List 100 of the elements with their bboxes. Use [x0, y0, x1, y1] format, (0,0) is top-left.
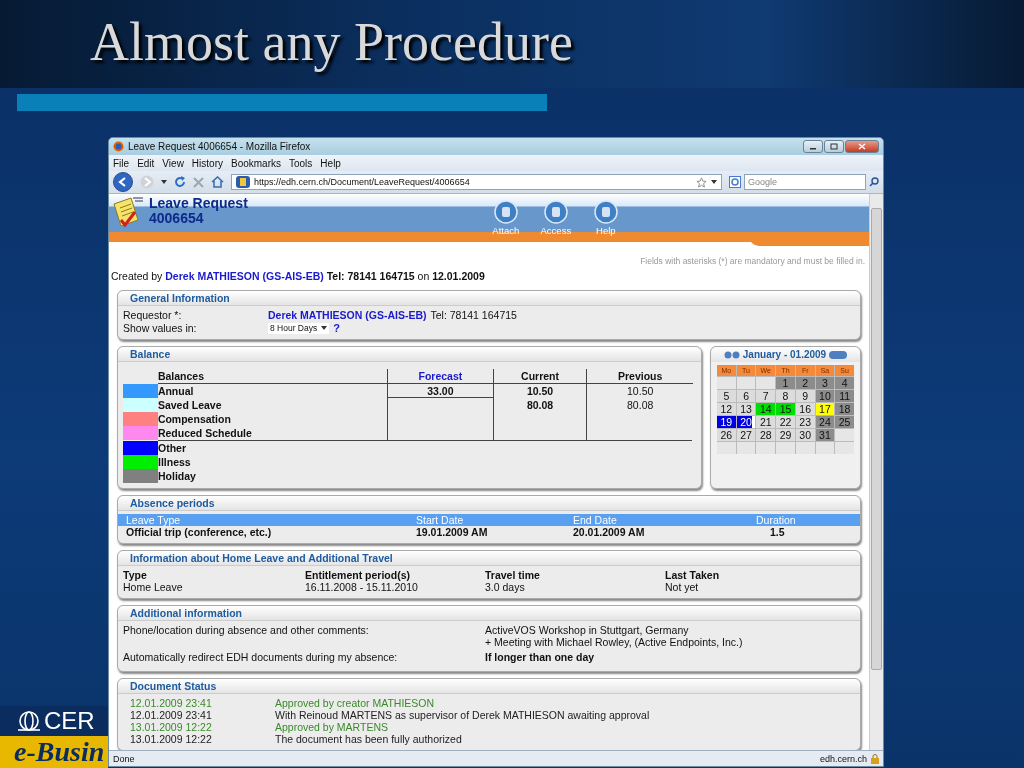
host-text: edh.cern.ch [819, 753, 867, 764]
menu-item[interactable]: File [113, 157, 130, 169]
status-text: Done [113, 753, 135, 764]
calendar-day[interactable]: 4 [835, 377, 854, 389]
slide-title: Almost any Procedure [90, 11, 573, 74]
menu-item[interactable]: View [162, 157, 184, 169]
status-text: Approved by MARTENS [275, 721, 390, 733]
home-icon[interactable] [211, 176, 224, 188]
table-cell-text: Home Leave [123, 581, 184, 593]
calendar-day[interactable]: 5 [717, 390, 736, 402]
ring-logo-icon [16, 710, 42, 732]
calendar-day[interactable]: 21 [756, 416, 776, 428]
search-field[interactable]: Google [744, 174, 866, 190]
column-header: Entitlement period(s) [305, 569, 411, 581]
next-icon[interactable] [829, 350, 848, 359]
menu-item[interactable]: History [191, 157, 223, 169]
help-link[interactable]: ? [333, 322, 340, 334]
menu-item[interactable]: Edit [137, 157, 155, 169]
mandatory-note: Fields with asterisks (*) are mandatory and must be filled in. [639, 256, 865, 266]
panel-title: Additional information [118, 606, 860, 621]
calendar-day[interactable]: 9 [795, 390, 815, 402]
column-header: Balances [157, 369, 388, 384]
table-cell-text: Annual [157, 384, 195, 398]
table-cell-text: Reduced Schedule [157, 426, 253, 440]
column-header: Leave Type [126, 514, 182, 526]
address-field[interactable]: https://edh.cern.ch/Document/LeaveRequest/4006654 [231, 174, 722, 190]
calendar-day[interactable]: 30 [795, 429, 815, 441]
maximize-button[interactable] [824, 140, 844, 153]
calendar-day[interactable]: 14 [756, 403, 776, 415]
table-cell-text: 3.0 days [485, 581, 526, 593]
back-button[interactable] [113, 172, 133, 192]
calendar-day[interactable]: 2 [795, 377, 815, 389]
table-cell-text: 1.5 [769, 526, 786, 538]
person-link[interactable]: Derek MATHIESON (GS-AIS-EB) [165, 270, 324, 282]
calendar-day[interactable]: 7 [756, 390, 776, 402]
calendar-day[interactable]: 22 [776, 416, 795, 428]
calendar-day[interactable]: 18 [835, 403, 854, 415]
calendar-day[interactable]: 27 [736, 429, 756, 441]
calendar-day[interactable]: 16 [795, 403, 815, 415]
menu-item[interactable]: Bookmarks [231, 157, 281, 169]
calendar-day[interactable]: 26 [717, 429, 736, 441]
table-cell: 80.08 [526, 399, 554, 411]
column-header: End Date [573, 514, 618, 526]
calendar-day[interactable]: 25 [835, 416, 854, 428]
previous-icon[interactable] [723, 350, 740, 359]
status-time: 12.01.2009 23:41 [130, 697, 213, 709]
table-cell-text: 16.11.2008 - 15.11.2010 [305, 581, 419, 593]
table-cell-text: Official trip (conference, etc.) [126, 526, 273, 538]
calendar-day[interactable]: 24 [815, 416, 835, 428]
person-link[interactable]: Derek MATHIESON (GS-AIS-EB) [268, 309, 427, 321]
status-text: With Reinoud MARTENS as supervisor of Derek MATHIESON awaiting approval [275, 709, 651, 721]
panel-title: Absence periods [118, 496, 860, 511]
calendar-day[interactable]: 12 [717, 403, 736, 415]
browser-icon [113, 141, 124, 152]
minimize-button[interactable] [803, 140, 823, 153]
calendar-day[interactable]: 29 [776, 429, 795, 441]
calendar-day[interactable]: 17 [815, 403, 835, 415]
menu-item[interactable]: Tools [289, 157, 313, 169]
calendar-day[interactable]: 6 [736, 390, 756, 402]
table-cell: Holiday [158, 469, 196, 483]
menu-item[interactable]: Help [320, 157, 341, 169]
calendar-day[interactable]: 11 [835, 390, 854, 402]
calendar-day[interactable]: 3 [815, 377, 835, 389]
calendar-day[interactable]: 19 [717, 416, 736, 428]
calendar-day[interactable]: 28 [756, 429, 776, 441]
calendar-day[interactable]: 13 [736, 403, 756, 415]
column-header: Last Taken [665, 569, 721, 581]
dropdown-icon[interactable] [161, 180, 167, 184]
field-label: Phone/location during absence and other comments: [123, 624, 370, 638]
search-engine-icon[interactable] [729, 176, 741, 188]
calendar-day[interactable]: 1 [776, 377, 795, 389]
site-icon [236, 176, 250, 188]
round-icon [593, 200, 618, 224]
calendar-day[interactable]: 20 [736, 416, 756, 428]
calendar-day[interactable]: 31 [815, 429, 835, 441]
close-button[interactable] [845, 140, 879, 153]
round-icon [493, 200, 518, 224]
created-by-text: Created by Derek MATHIESON (GS-AIS-EB) Tel: 78141 164715 on 12.01.2009 [110, 270, 486, 282]
column-header: Duration [755, 514, 797, 526]
search-icon[interactable] [869, 177, 879, 187]
column-header: Type [123, 569, 148, 581]
close-icon [858, 143, 866, 150]
reload-icon[interactable] [174, 176, 186, 188]
table-cell: Illness [158, 455, 191, 469]
unit-select[interactable]: 8 Hour Days [268, 322, 330, 334]
panel-title: Document Status [118, 679, 860, 694]
calendar-day[interactable]: 10 [815, 390, 835, 402]
panel-title: General Information [118, 291, 860, 306]
star-icon[interactable] [696, 176, 707, 188]
dropdown-icon[interactable] [711, 180, 717, 184]
calendar-day[interactable]: 8 [776, 390, 795, 402]
scrollbar[interactable] [869, 194, 883, 750]
table-cell: 80.08 [627, 399, 654, 411]
field-value: + Meeting with Michael Rowley, (Active Endpoints, Inc.) [485, 636, 744, 648]
window-title: Leave Request 4006654 - Mozilla Firefox [128, 141, 312, 152]
field-value: If longer than one day [485, 651, 596, 663]
page-title: Leave Request [149, 196, 248, 211]
calendar-day[interactable]: 23 [795, 416, 815, 428]
calendar-day[interactable]: 15 [776, 403, 795, 415]
status-time: 13.01.2009 12:22 [130, 733, 213, 745]
